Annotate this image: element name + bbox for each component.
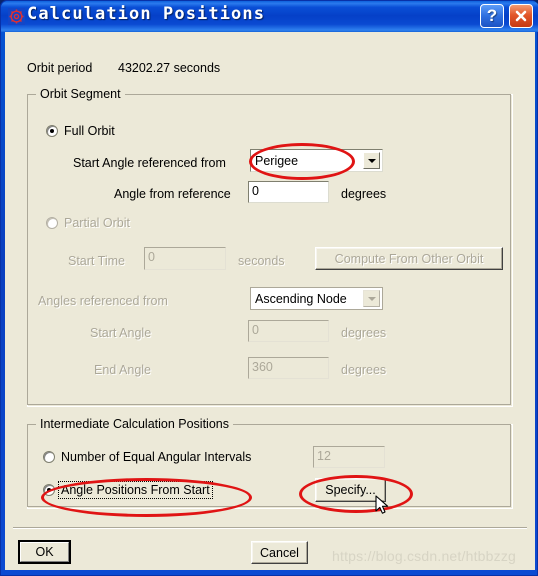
number-of-equal-angular-intervals-label: Number of Equal Angular Intervals bbox=[61, 450, 252, 464]
screenshot-root: Calculation Positions ? Orbit period 432… bbox=[0, 0, 538, 576]
orbit-period-label: Orbit period bbox=[27, 61, 93, 75]
ok-button[interactable]: OK bbox=[18, 540, 71, 564]
help-button[interactable]: ? bbox=[480, 4, 504, 28]
radio-dot-icon bbox=[46, 217, 58, 229]
title-bar[interactable]: Calculation Positions ? bbox=[1, 1, 538, 32]
radio-dot-icon bbox=[43, 451, 55, 463]
partial-orbit-radio[interactable]: Partial Orbit bbox=[46, 216, 130, 230]
compute-from-other-orbit-label: Compute From Other Orbit bbox=[334, 251, 484, 266]
chevron-down-icon[interactable] bbox=[363, 152, 380, 169]
cancel-button[interactable]: Cancel bbox=[251, 541, 308, 564]
footer-divider bbox=[13, 527, 527, 529]
app-gear-icon bbox=[8, 8, 25, 25]
start-angle-ref-value: Perigee bbox=[255, 153, 299, 168]
window-title: Calculation Positions bbox=[27, 4, 266, 24]
radio-dot-icon bbox=[43, 484, 55, 496]
start-angle-ref-label: Start Angle referenced from bbox=[73, 156, 226, 170]
intermediate-positions-group-title: Intermediate Calculation Positions bbox=[36, 417, 233, 431]
number-of-equal-angular-intervals-radio[interactable]: Number of Equal Angular Intervals bbox=[43, 450, 251, 464]
start-angle-input[interactable]: 0 bbox=[248, 320, 329, 342]
close-button[interactable] bbox=[509, 4, 533, 28]
start-angle-referenced-from-combo[interactable]: Perigee bbox=[250, 149, 383, 172]
angles-referenced-from-value: Ascending Node bbox=[255, 291, 347, 306]
help-icon: ? bbox=[486, 6, 498, 25]
ok-button-label: OK bbox=[35, 545, 54, 559]
end-angle-units: degrees bbox=[341, 363, 387, 377]
dialog-client-area: Orbit period 43202.27 seconds Orbit Segm… bbox=[5, 32, 535, 570]
angle-positions-from-start-radio[interactable]: Angle Positions From Start bbox=[43, 481, 213, 499]
start-time-units: seconds bbox=[238, 254, 285, 268]
specify-button-label: Specify... bbox=[325, 483, 376, 497]
compute-from-other-orbit-button[interactable]: Compute From Other Orbit bbox=[315, 247, 503, 270]
angle-from-reference-label: Angle from reference bbox=[114, 187, 231, 201]
angles-referenced-from-label: Angles referenced from bbox=[38, 294, 168, 308]
dialog-window: Calculation Positions ? Orbit period 432… bbox=[0, 0, 538, 576]
watermark-text: https://blog.csdn.net/htbbzzg bbox=[332, 548, 517, 564]
orbit-segment-group-title: Orbit Segment bbox=[36, 87, 125, 101]
start-angle-units: degrees bbox=[341, 326, 387, 340]
number-of-intervals-input[interactable]: 12 bbox=[313, 446, 385, 468]
full-orbit-radio[interactable]: Full Orbit bbox=[46, 124, 115, 138]
end-angle-input[interactable]: 360 bbox=[248, 357, 329, 379]
end-angle-label: End Angle bbox=[94, 363, 151, 377]
start-time-input[interactable]: 0 bbox=[144, 247, 226, 270]
angle-from-reference-input[interactable]: 0 bbox=[248, 181, 329, 203]
close-icon bbox=[514, 9, 528, 23]
orbit-period-value: 43202.27 seconds bbox=[118, 61, 221, 75]
radio-dot-icon bbox=[46, 125, 58, 137]
angle-from-reference-units: degrees bbox=[341, 187, 387, 201]
cancel-button-label: Cancel bbox=[260, 545, 299, 560]
start-angle-label: Start Angle bbox=[90, 326, 152, 340]
angle-positions-from-start-label: Angle Positions From Start bbox=[58, 481, 213, 499]
chevron-down-icon[interactable] bbox=[363, 290, 380, 307]
partial-orbit-label: Partial Orbit bbox=[64, 216, 130, 230]
full-orbit-label: Full Orbit bbox=[64, 124, 115, 138]
start-time-label: Start Time bbox=[68, 254, 125, 268]
specify-button[interactable]: Specify... bbox=[315, 478, 386, 502]
angles-referenced-from-combo[interactable]: Ascending Node bbox=[250, 287, 383, 310]
